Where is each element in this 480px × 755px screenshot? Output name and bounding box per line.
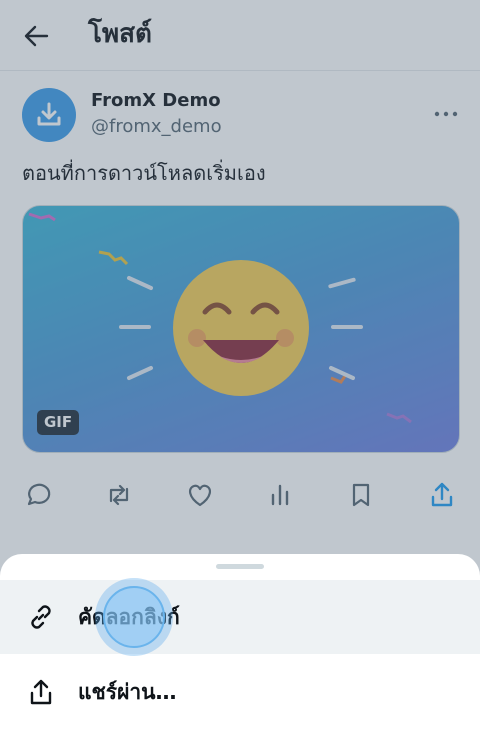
share-via-label: แชร์ผ่าน… bbox=[78, 680, 177, 704]
share-via-menu-item[interactable]: แชร์ผ่าน… bbox=[0, 655, 480, 729]
link-icon bbox=[31, 605, 51, 629]
touch-indicator-core bbox=[103, 586, 165, 648]
share-sheet: คัดลอกลิงก์ แชร์ผ่าน… bbox=[0, 554, 480, 755]
sheet-drag-handle[interactable] bbox=[216, 564, 264, 569]
copy-link-menu-item[interactable]: คัดลอกลิงก์ bbox=[0, 580, 480, 654]
touch-indicator bbox=[95, 578, 173, 656]
share-icon bbox=[30, 679, 52, 705]
